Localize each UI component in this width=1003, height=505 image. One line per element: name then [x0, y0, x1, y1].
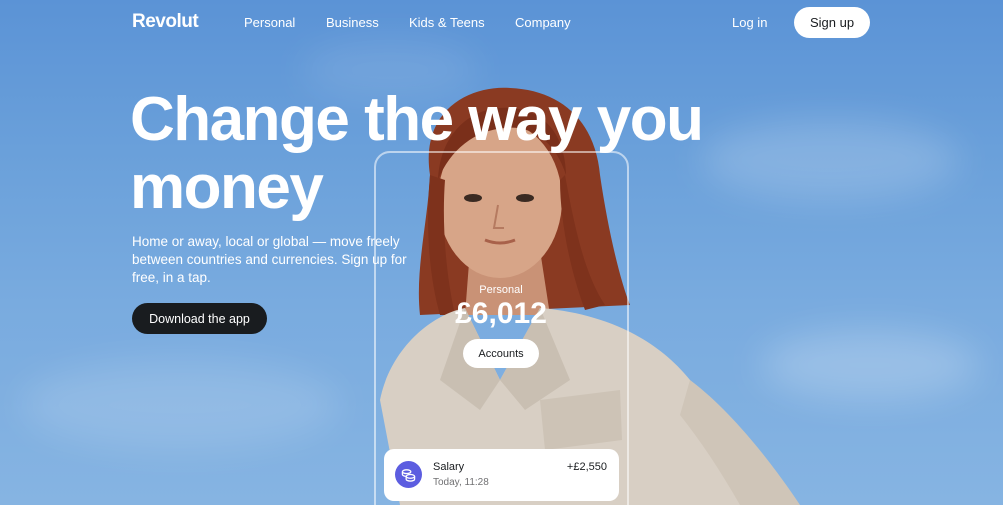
hero-subtext: Home or away, local or global — move fre…	[132, 234, 407, 285]
top-nav: Revolut Personal Business Kids & Teens C…	[0, 0, 1003, 46]
coins-icon	[395, 461, 422, 488]
nav-personal[interactable]: Personal	[244, 15, 295, 30]
headline-line-2: money	[130, 153, 324, 222]
headline-line-1: Change the way you	[130, 85, 704, 154]
nav-kids-teens[interactable]: Kids & Teens	[409, 15, 485, 30]
nav-business[interactable]: Business	[326, 15, 379, 30]
account-label: Personal	[479, 284, 523, 296]
hero-headline: Change the way you money	[130, 86, 750, 222]
download-app-button[interactable]: Download the app	[132, 303, 267, 334]
cloud	[20, 360, 340, 450]
login-link[interactable]: Log in	[732, 15, 767, 30]
transaction-date: Today, 11:28	[433, 477, 489, 488]
signup-button[interactable]: Sign up	[794, 7, 870, 38]
accounts-button[interactable]: Accounts	[463, 339, 539, 368]
revolut-logo[interactable]: Revolut	[132, 11, 199, 33]
account-balance: £6,012	[455, 297, 547, 330]
transaction-card[interactable]: Salary Today, 11:28 +£2,550	[384, 449, 619, 501]
transaction-amount: +£2,550	[566, 461, 607, 473]
nav-company[interactable]: Company	[515, 15, 571, 30]
transaction-title: Salary	[433, 461, 465, 473]
